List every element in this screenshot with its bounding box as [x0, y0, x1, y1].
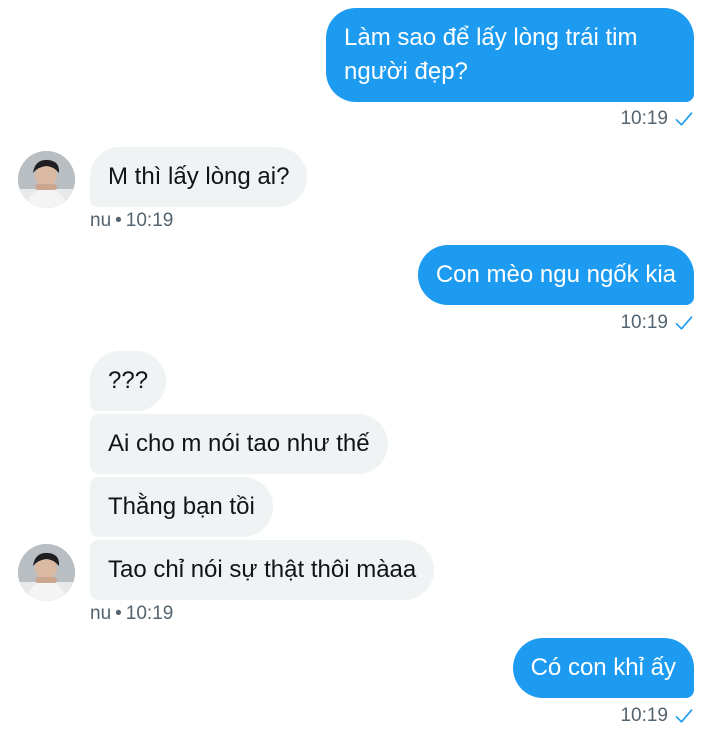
message-text: Ai cho m nói tao như thế: [108, 430, 370, 457]
timestamp: 10:19: [125, 210, 174, 231]
sender-name: nu: [90, 603, 112, 624]
sender-name: nu: [90, 210, 112, 231]
avatar-image: [18, 544, 75, 601]
message-meta: 10:19: [620, 704, 694, 728]
outgoing-message[interactable]: Con mèo ngu ngốk kia: [417, 245, 694, 305]
timestamp: 10:19: [125, 603, 174, 624]
avatar[interactable]: [18, 151, 75, 208]
timestamp: 10:19: [620, 312, 668, 333]
outgoing-message[interactable]: Có con khỉ ấy: [512, 638, 694, 698]
message-meta: nu • 10:19: [90, 209, 173, 233]
avatar-image: [18, 151, 75, 208]
incoming-message[interactable]: ???: [90, 351, 167, 411]
message-text: Tao chỉ nói sự thật thôi màaa: [108, 556, 417, 583]
check-icon: [675, 112, 693, 126]
avatar[interactable]: [18, 544, 75, 601]
check-icon: [675, 709, 693, 723]
timestamp: 10:19: [620, 705, 668, 726]
message-text: Thằng bạn tồi: [108, 493, 255, 520]
message-meta: 10:19: [620, 107, 694, 131]
message-text: ???: [108, 367, 149, 394]
incoming-message[interactable]: Tao chỉ nói sự thật thôi màaa: [90, 540, 435, 600]
message-meta: nu • 10:19: [90, 602, 173, 626]
separator: •: [115, 603, 122, 624]
message-text: Con mèo ngu ngốk kia: [435, 261, 676, 288]
separator: •: [115, 210, 122, 231]
check-icon: [675, 316, 693, 330]
incoming-message[interactable]: Ai cho m nói tao như thế: [90, 414, 388, 474]
message-meta: 10:19: [620, 311, 694, 335]
conversation: Làm sao để lấy lòng trái tim người đẹp? …: [0, 0, 720, 737]
message-text: Có con khỉ ấy: [530, 654, 676, 681]
outgoing-message[interactable]: Làm sao để lấy lòng trái tim người đẹp?: [326, 8, 694, 102]
message-text: Làm sao để lấy lòng trái tim người đẹp?: [344, 24, 638, 85]
incoming-message[interactable]: M thì lấy lòng ai?: [90, 147, 308, 207]
incoming-message[interactable]: Thằng bạn tồi: [90, 477, 273, 537]
timestamp: 10:19: [620, 108, 668, 129]
message-text: M thì lấy lòng ai?: [108, 163, 290, 190]
